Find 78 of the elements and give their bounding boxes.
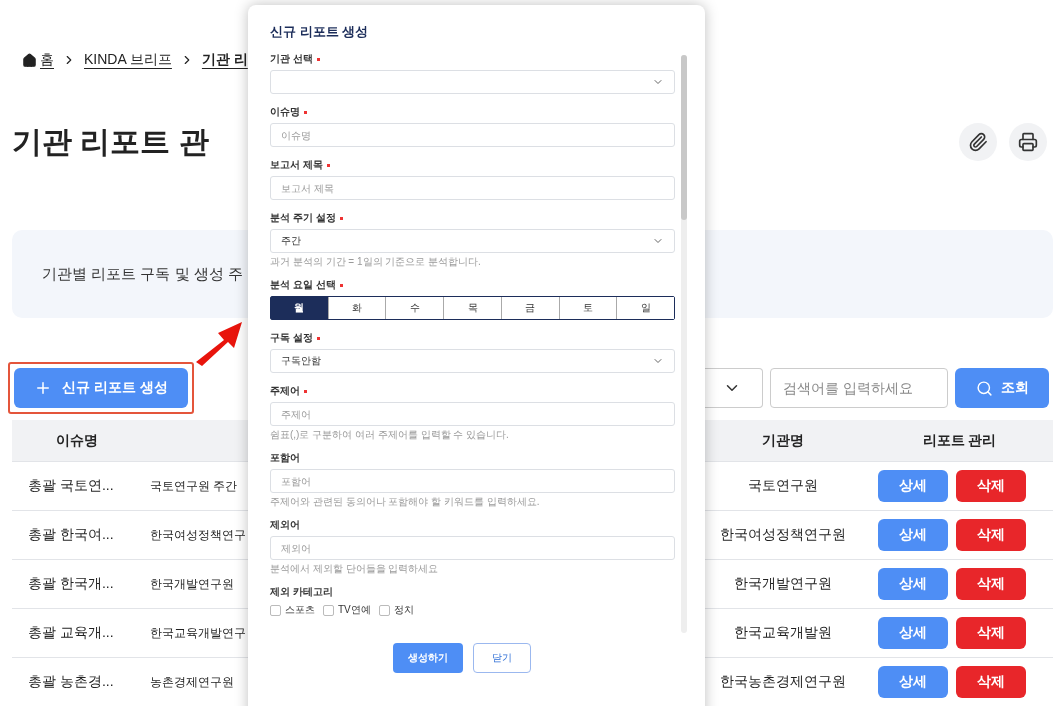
modal-title: 신규 리포트 생성 <box>270 23 370 41</box>
detail-button[interactable]: 상세 <box>877 666 948 698</box>
select-field[interactable] <box>270 70 675 94</box>
field-hint: 쉼표(,)로 구분하여 여러 주제어를 입력할 수 있습니다. <box>270 429 510 440</box>
table-cell-text: 총괄 국토연... <box>27 477 114 495</box>
column-header: 기관명 <box>761 431 804 450</box>
field-label: 제외어 <box>270 519 300 531</box>
scrollbar[interactable] <box>681 55 687 633</box>
checkbox-label: TV연예 <box>338 603 371 617</box>
create-button[interactable]: 생성하기 <box>392 643 463 673</box>
table-cell-text: 한국여성정책연구 <box>149 526 246 544</box>
input-field[interactable]: 포함어 <box>270 469 675 493</box>
delete-button[interactable]: 삭제 <box>955 470 1026 502</box>
input-field[interactable]: 제외어 <box>270 536 675 560</box>
input-field[interactable]: 이슈명 <box>270 123 675 147</box>
new-report-button[interactable]: 신규 리포트 생성 <box>14 368 188 408</box>
detail-button[interactable]: 상세 <box>877 519 948 551</box>
search-field[interactable]: 검색어를 입력하세요 <box>770 368 948 408</box>
select-field[interactable]: 주간 <box>270 229 675 253</box>
checkbox[interactable] <box>323 604 334 616</box>
printer-icon <box>1018 132 1038 152</box>
table-cell-text: 한국교육개발연구 <box>149 624 246 642</box>
field-label: 보고서 제목 <box>270 159 330 171</box>
day-option[interactable]: 일 <box>616 297 675 319</box>
checkbox[interactable] <box>378 604 390 616</box>
table-cell-text: 한국여성정책연구원 <box>719 526 846 544</box>
table-cell-text: 한국농촌경제연구원 <box>719 673 846 691</box>
table-cell-text: 총괄 교육개... <box>27 624 114 642</box>
column-header: 이슈명 <box>55 431 98 450</box>
field-hint: 분석에서 제외할 단어들을 입력하세요 <box>270 563 440 574</box>
description-text: 기관별 리포트 구독 및 생성 주 <box>42 264 243 284</box>
delete-button[interactable]: 삭제 <box>955 617 1026 649</box>
breadcrumb-link[interactable]: 홈 <box>22 51 54 69</box>
search-icon <box>975 379 993 397</box>
home-icon <box>22 52 37 68</box>
field-hint: 주제어와 관련된 동의어나 포함해야 할 키워드를 입력하세요. <box>270 496 541 507</box>
table-cell-text: 한국교육개발원 <box>733 624 832 642</box>
paperclip-icon <box>968 132 988 152</box>
print-button[interactable] <box>1009 123 1047 161</box>
table-cell-text: 한국개발연구원 <box>149 575 234 593</box>
table-cell-text: 국토연구원 주간 <box>149 477 238 495</box>
field-label: 주제어 <box>270 385 307 397</box>
plus-icon <box>34 379 52 397</box>
delete-button[interactable]: 삭제 <box>955 666 1026 698</box>
page-title: 기관 리포트 관 <box>12 123 209 160</box>
table-cell-text: 한국개발연구원 <box>733 575 832 593</box>
field-hint: 과거 분석의 기간 = 1일의 기준으로 분석합니다. <box>270 256 482 267</box>
table-cell-text: 국토연구원 <box>747 477 818 495</box>
delete-button[interactable]: 삭제 <box>955 568 1026 600</box>
breadcrumb-link[interactable]: 기관 리 <box>201 51 248 69</box>
checkbox-label: 스포츠 <box>285 603 315 617</box>
field-label: 제외 카테고리 <box>270 586 333 598</box>
field-label: 분석 요일 선택 <box>270 279 343 291</box>
detail-button[interactable]: 상세 <box>877 470 948 502</box>
field-label: 분석 주기 설정 <box>270 212 343 224</box>
delete-button[interactable]: 삭제 <box>955 519 1026 551</box>
field-label: 이슈명 <box>270 106 307 118</box>
attach-button[interactable] <box>959 123 997 161</box>
checkbox-label: 정치 <box>393 603 414 617</box>
detail-button[interactable]: 상세 <box>877 617 948 649</box>
scrollbar-thumb[interactable] <box>681 55 687 220</box>
close-button[interactable]: 닫기 <box>472 643 531 673</box>
select-field[interactable]: 구독안함 <box>270 349 675 373</box>
breadcrumb-link[interactable]: KINDA 브리프 <box>84 51 172 69</box>
input-field[interactable]: 주제어 <box>270 402 675 426</box>
table-cell-text: 총괄 한국여... <box>27 526 114 544</box>
field-label: 구독 설정 <box>270 332 320 344</box>
column-header: 리포트 관리 <box>921 431 997 450</box>
search-button[interactable]: 조회 <box>955 368 1049 408</box>
field-label: 포함어 <box>270 452 300 464</box>
field-label: 기관 선택 <box>270 53 320 65</box>
detail-button[interactable]: 상세 <box>877 568 948 600</box>
table-cell-text: 총괄 농촌경... <box>27 673 114 691</box>
checkbox[interactable] <box>270 604 281 616</box>
input-field[interactable]: 보고서 제목 <box>270 176 675 200</box>
day-option[interactable]: 월 <box>271 297 328 319</box>
table-cell-text: 총괄 한국개... <box>27 575 114 593</box>
table-cell-text: 농촌경제연구원 <box>149 673 234 691</box>
